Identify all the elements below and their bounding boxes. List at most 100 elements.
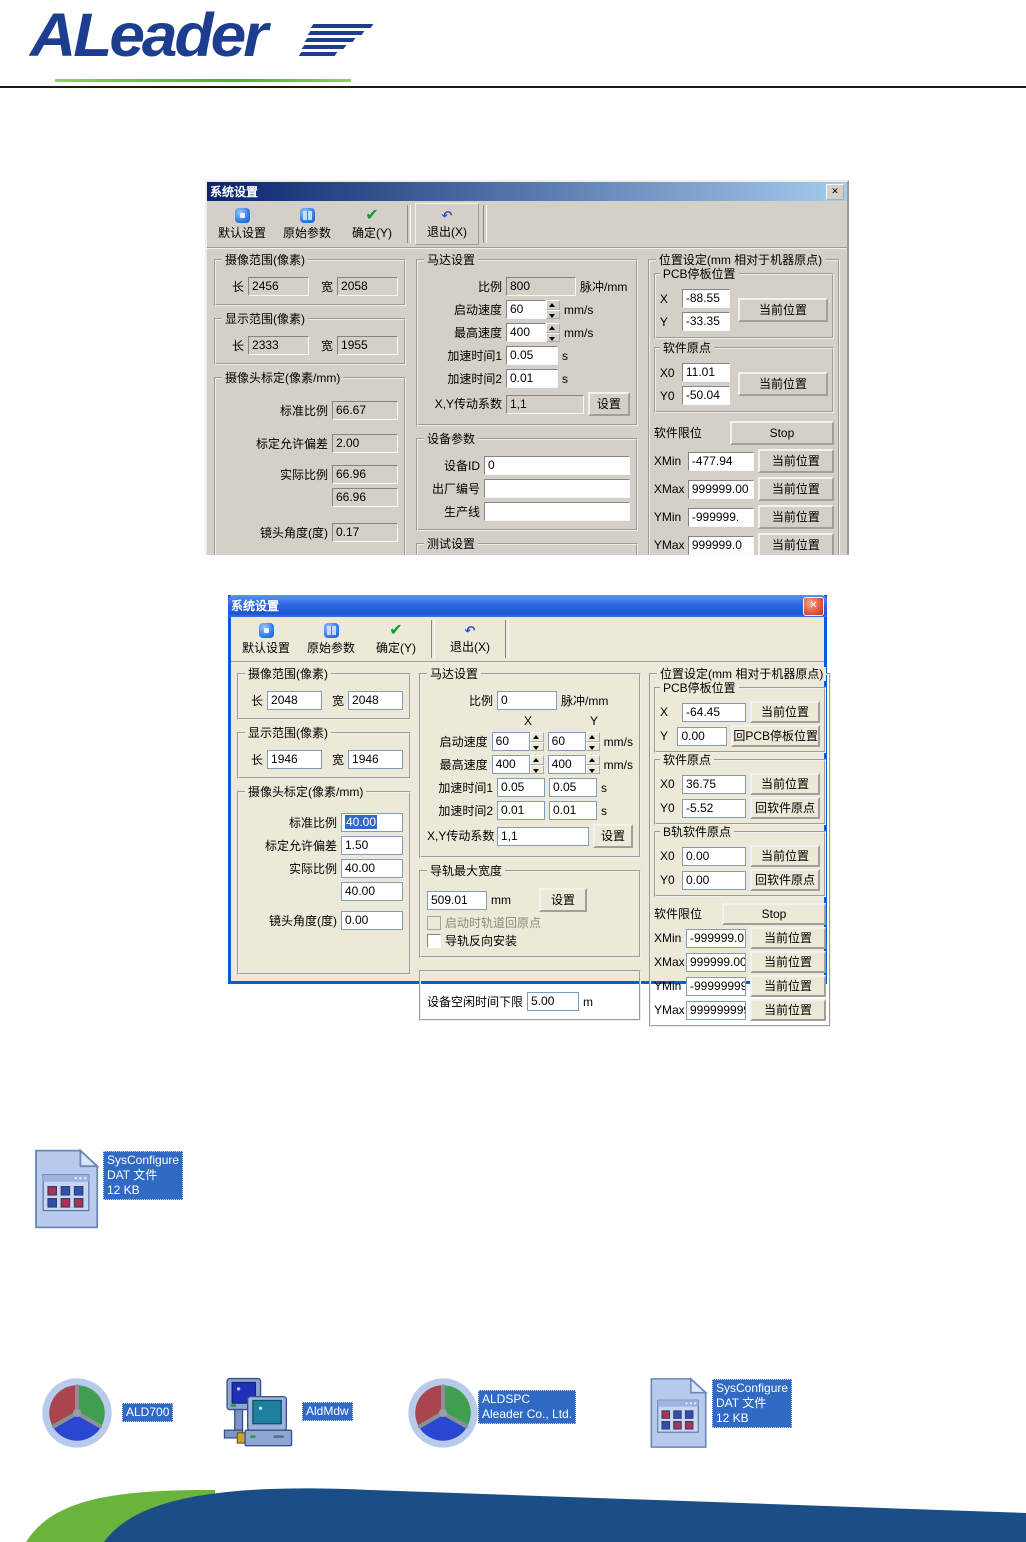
accel1-x-field[interactable]: 0.05 [497, 778, 545, 797]
xy-ratio-field[interactable]: 1,1 [497, 826, 589, 846]
current-position-button[interactable]: 当前位置 [750, 951, 826, 973]
spin-up-icon[interactable] [585, 755, 600, 765]
ok-button[interactable]: ✔ 确定(Y) [341, 204, 403, 244]
close-icon[interactable]: ✕ [803, 596, 824, 616]
current-position-button[interactable]: 当前位置 [750, 701, 820, 723]
aldmdw-icon-label[interactable]: AldMdw [302, 1402, 353, 1421]
aldspc-icon-label[interactable]: ALDSPC Aleader Co., Ltd. [478, 1390, 577, 1424]
aldspc-app-icon[interactable] [406, 1374, 480, 1452]
actual-ratio-x-field[interactable]: 66.96 [332, 465, 398, 484]
lens-angle-field[interactable]: 0.00 [341, 911, 403, 930]
title-bar[interactable]: 系统设置 ✕ [207, 182, 847, 201]
display-length-field[interactable]: 2333 [248, 336, 309, 355]
ymin-field[interactable]: -99999999 [686, 976, 746, 996]
set-button[interactable]: 设置 [539, 888, 587, 912]
default-settings-button[interactable]: 默认设置 [211, 204, 273, 244]
camera-length-field[interactable]: 2456 [248, 277, 309, 296]
camera-width-field[interactable]: 2058 [337, 277, 398, 296]
set-button[interactable]: 设置 [593, 824, 633, 848]
current-position-button[interactable]: 当前位置 [757, 449, 834, 473]
b-origin-y-field[interactable]: 0.00 [682, 870, 746, 890]
actual-ratio-y-field[interactable]: 66.96 [332, 488, 398, 507]
display-length-field[interactable]: 1946 [267, 750, 322, 769]
standard-ratio-field[interactable]: 40.00 [341, 813, 403, 832]
rail-home-checkbox[interactable] [427, 916, 441, 930]
ald700-icon-label[interactable]: ALD700 [122, 1403, 174, 1422]
xmin-field[interactable]: -999999.0 [686, 928, 746, 948]
spin-up-icon[interactable] [529, 732, 544, 742]
spin-up-icon[interactable] [585, 732, 600, 742]
accel2-y-field[interactable]: 0.01 [549, 801, 597, 820]
standard-ratio-field[interactable]: 66.67 [332, 401, 398, 420]
original-params-button[interactable]: 原始参数 [300, 619, 362, 659]
xmax-field[interactable]: 999999.00 [686, 952, 746, 972]
current-position-button[interactable]: 当前位置 [757, 533, 834, 555]
idle-time-field[interactable]: 5.00 [527, 992, 580, 1011]
ymax-field[interactable]: 999999.0 [687, 535, 754, 555]
spin-down-icon[interactable] [585, 741, 600, 751]
back-to-pcb-position-button[interactable]: 回PCB停板位置 [731, 725, 820, 747]
origin-y-field[interactable]: -50.04 [681, 386, 730, 405]
accel1-field[interactable]: 0.05 [506, 346, 558, 365]
ratio-field[interactable]: 0 [497, 691, 557, 710]
spin-down-icon[interactable] [546, 332, 560, 342]
current-position-button[interactable]: 当前位置 [750, 927, 826, 949]
spin-down-icon[interactable] [529, 741, 544, 751]
stop-button[interactable]: Stop [729, 421, 834, 445]
display-width-field[interactable]: 1946 [348, 750, 403, 769]
device-id-field[interactable]: 0 [484, 456, 630, 475]
origin-x-field[interactable]: 11.01 [681, 363, 730, 382]
serial-field[interactable] [484, 479, 630, 498]
display-width-field[interactable]: 1955 [337, 336, 398, 355]
spin-down-icon[interactable] [546, 309, 560, 319]
start-speed-y-field[interactable]: 60 [547, 732, 586, 751]
ymin-field[interactable]: -999999. [687, 507, 754, 527]
default-settings-button[interactable]: 默认设置 [235, 619, 297, 659]
rail-reverse-checkbox[interactable] [427, 934, 441, 948]
xy-ratio-field[interactable]: 1,1 [506, 394, 584, 414]
rail-width-field[interactable]: 509.01 [427, 890, 487, 910]
stop-button[interactable]: Stop [722, 903, 826, 925]
origin-x-field[interactable]: 36.75 [682, 774, 746, 794]
aldmdw-app-icon[interactable] [216, 1376, 300, 1456]
pcb-x-field[interactable]: -64.45 [682, 702, 746, 722]
xmin-field[interactable]: -477.94 [687, 451, 754, 471]
title-bar[interactable]: 系统设置 ✕ [228, 595, 827, 617]
dat-file-label[interactable]: SysConfigure DAT 文件 12 KB [103, 1151, 184, 1200]
current-position-button[interactable]: 当前位置 [757, 505, 834, 529]
ratio-field[interactable]: 800 [506, 277, 576, 296]
spin-up-icon[interactable] [529, 755, 544, 765]
allowed-deviation-field[interactable]: 2.00 [332, 434, 398, 453]
pcb-x-field[interactable]: -88.55 [681, 289, 730, 308]
spin-down-icon[interactable] [585, 764, 600, 774]
exit-button[interactable]: ↶ 退出(X) [439, 619, 501, 659]
back-to-origin-button[interactable]: 回软件原点 [750, 797, 820, 819]
xmax-field[interactable]: 999999.00 [687, 479, 754, 499]
production-line-field[interactable] [484, 502, 630, 521]
current-position-button[interactable]: 当前位置 [750, 975, 826, 997]
b-origin-x-field[interactable]: 0.00 [682, 846, 746, 866]
allowed-deviation-field[interactable]: 1.50 [341, 836, 403, 855]
current-position-button[interactable]: 当前位置 [738, 372, 828, 396]
ymax-field[interactable]: 999999999 [686, 1000, 746, 1020]
pcb-y-field[interactable]: -33.35 [681, 312, 730, 331]
current-position-button[interactable]: 当前位置 [757, 477, 834, 501]
actual-ratio-x-field[interactable]: 40.00 [341, 859, 403, 878]
spin-up-icon[interactable] [546, 300, 560, 310]
dat-file-icon[interactable] [646, 1376, 710, 1450]
spin-up-icon[interactable] [546, 323, 560, 333]
max-speed-x-field[interactable]: 400 [491, 755, 530, 774]
max-speed-field[interactable]: 400 [506, 323, 546, 342]
current-position-button[interactable]: 当前位置 [738, 298, 828, 322]
close-icon[interactable]: ✕ [826, 183, 844, 200]
spin-down-icon[interactable] [529, 764, 544, 774]
max-speed-y-field[interactable]: 400 [547, 755, 586, 774]
current-position-button[interactable]: 当前位置 [750, 773, 820, 795]
current-position-button[interactable]: 当前位置 [750, 999, 826, 1021]
set-button[interactable]: 设置 [587, 392, 630, 416]
origin-y-field[interactable]: -5.52 [682, 798, 746, 818]
current-position-button[interactable]: 当前位置 [750, 845, 820, 867]
actual-ratio-y-field[interactable]: 40.00 [341, 882, 403, 901]
exit-button[interactable]: ↶ 退出(X) [415, 203, 479, 245]
accel1-y-field[interactable]: 0.05 [549, 778, 597, 797]
